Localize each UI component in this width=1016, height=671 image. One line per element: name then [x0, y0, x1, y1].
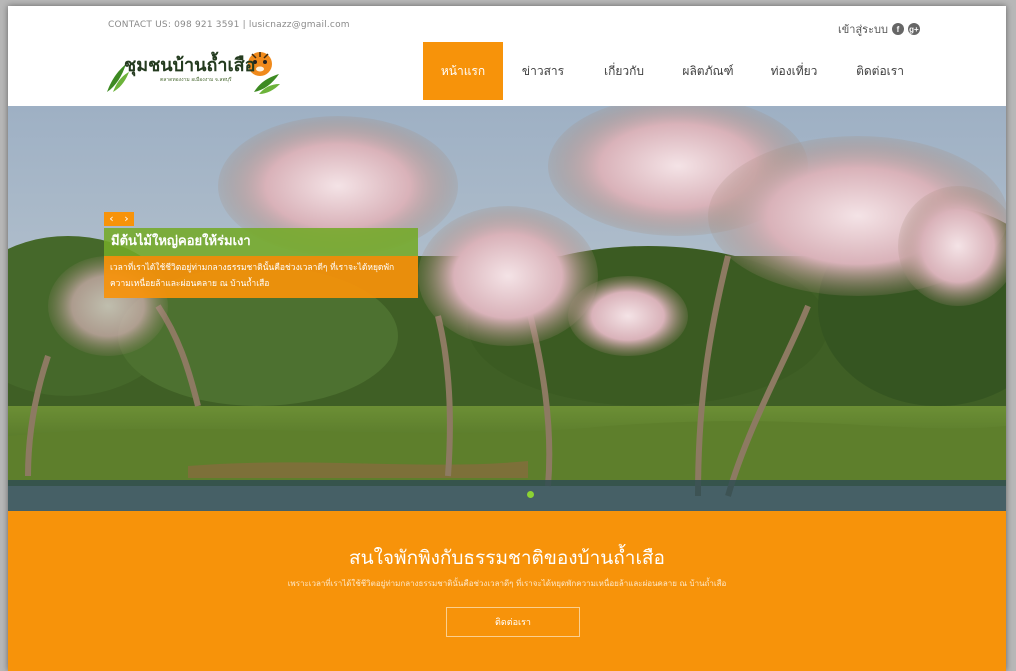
- slider-next-button[interactable]: ›: [119, 212, 134, 226]
- nav-products[interactable]: ผลิตภัณฑ์: [665, 42, 751, 100]
- main-nav: หน้าแรก ข่าวสาร เกี่ยวกับ ผลิตภัณฑ์ ท่อง…: [423, 42, 923, 100]
- nav-news[interactable]: ข่าวสาร: [503, 42, 583, 100]
- logo-title: ชุมชนบ้านถ้ำเสือ: [124, 55, 256, 76]
- logo-subtitle: ตลาดทองงาม อเมืองงาม จ.ลพบุรี: [160, 77, 232, 83]
- login-link[interactable]: เข้าสู่ระบบ: [838, 20, 888, 38]
- cta-title: สนใจพักพิงกับธรรมชาติของบ้านถ้ำเสือ: [349, 547, 665, 569]
- slider-indicator-bar: [8, 480, 1006, 511]
- site-logo[interactable]: ชุมชนบ้านถ้ำเสือ ตลาดทองงาม อเมืองงาม จ.…: [104, 48, 282, 96]
- slide-caption-title: มีต้นไม้ใหญ่คอยให้ร่มเงา: [104, 228, 418, 256]
- nav-about[interactable]: เกี่ยวกับ: [583, 42, 665, 100]
- slider-arrows: ‹ ›: [104, 212, 134, 226]
- slide-caption-text: เวลาที่เราได้ใช้ชีวิตอยู่ท่ามกลางธรรมชาต…: [104, 256, 418, 298]
- site-header: CONTACT US: 098 921 3591 | lusicnazz@gma…: [8, 6, 1006, 106]
- nav-contact[interactable]: ติดต่อเรา: [837, 42, 923, 100]
- slider-prev-button[interactable]: ‹: [104, 212, 119, 226]
- slider-dot-active[interactable]: [527, 491, 534, 498]
- browser-page: CONTACT US: 098 921 3591 | lusicnazz@gma…: [8, 6, 1006, 671]
- nav-tourism[interactable]: ท่องเที่ยว: [751, 42, 837, 100]
- login-area: เข้าสู่ระบบ f g+: [838, 20, 920, 38]
- cta-section: สนใจพักพิงกับธรรมชาติของบ้านถ้ำเสือ เพรา…: [8, 511, 1006, 671]
- cta-subtitle: เพราะเวลาที่เราได้ใช้ชีวิตอยู่ท่ามกลางธร…: [287, 579, 727, 588]
- nav-home[interactable]: หน้าแรก: [423, 42, 503, 100]
- hero-photo: [8, 106, 1006, 511]
- google-plus-icon[interactable]: g+: [907, 23, 920, 35]
- hero-slider: ‹ › มีต้นไม้ใหญ่คอยให้ร่มเงา เวลาที่เราไ…: [8, 106, 1006, 511]
- facebook-icon[interactable]: f: [891, 23, 904, 35]
- contact-info: CONTACT US: 098 921 3591 | lusicnazz@gma…: [108, 20, 350, 30]
- contact-button[interactable]: ติดต่อเรา: [446, 607, 580, 637]
